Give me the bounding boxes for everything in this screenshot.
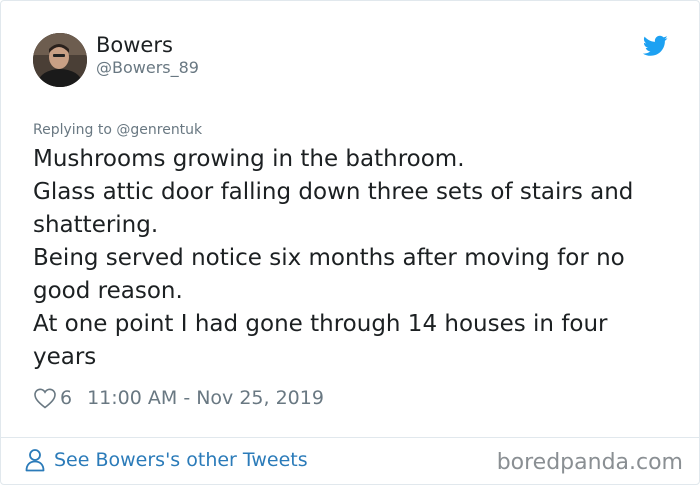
like-count[interactable]: 6 — [60, 387, 72, 409]
tweet-timestamp[interactable]: 11:00 AM - Nov 25, 2019 — [87, 387, 324, 409]
replying-to-label[interactable]: Replying to @genrentuk — [33, 121, 202, 139]
tweet-text-line: Mushrooms growing in the bathroom. — [33, 146, 465, 172]
tweet-card: Bowers @Bowers_89 Replying to @genrentuk… — [0, 0, 700, 485]
person-icon — [25, 449, 45, 472]
author-name[interactable]: Bowers — [96, 33, 173, 57]
heart-icon[interactable] — [33, 387, 57, 409]
tweet-text-line: At one point I had gone through 14 house… — [33, 311, 608, 370]
see-other-tweets-label[interactable]: See Bowers's other Tweets — [54, 449, 308, 471]
author-avatar[interactable] — [33, 33, 87, 87]
twitter-bird-icon[interactable] — [643, 35, 668, 57]
tweet-meta: 6 11:00 AM - Nov 25, 2019 — [33, 385, 324, 411]
see-other-tweets-link[interactable]: See Bowers's other Tweets — [25, 448, 308, 472]
tweet-text-line: Glass attic door falling down three sets… — [33, 179, 634, 238]
author-handle[interactable]: @Bowers_89 — [96, 58, 199, 78]
footer-divider — [1, 437, 699, 438]
boredpanda-watermark: boredpanda.com — [496, 450, 683, 475]
tweet-text-line: Being served notice six months after mov… — [33, 245, 625, 304]
tweet-text: Mushrooms growing in the bathroom. Glass… — [33, 143, 673, 374]
avatar-image — [33, 33, 87, 87]
